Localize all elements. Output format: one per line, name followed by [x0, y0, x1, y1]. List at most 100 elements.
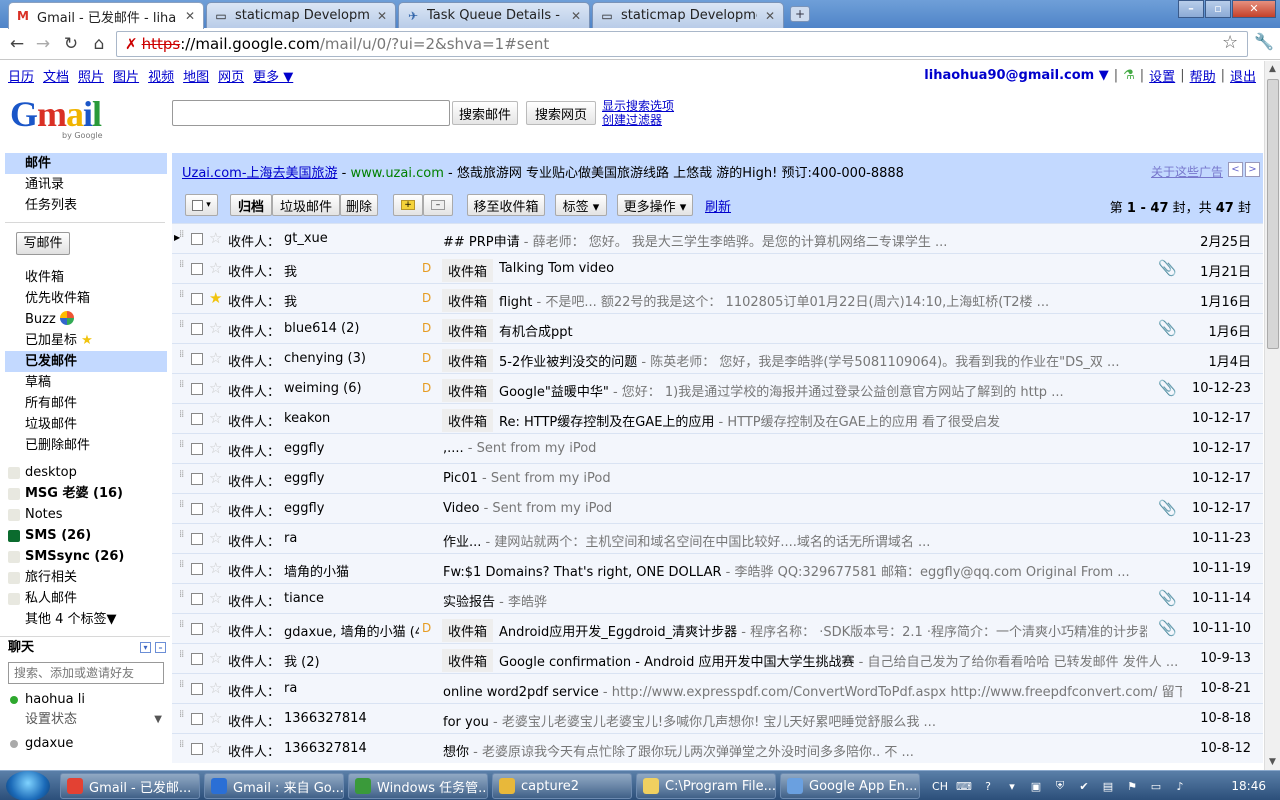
- gmail-logo[interactable]: Gmail by Google: [10, 95, 110, 143]
- drag-handle-icon[interactable]: ⁞⁞: [179, 440, 185, 455]
- chat-search-input[interactable]: 搜索、添加或邀请好友: [8, 662, 164, 684]
- star-icon[interactable]: ☆: [209, 589, 222, 607]
- drag-handle-icon[interactable]: ⁞⁞: [179, 650, 185, 665]
- drag-handle-icon[interactable]: ⁞⁞: [179, 230, 185, 245]
- row-checkbox[interactable]: [191, 653, 203, 665]
- folder-all-mail[interactable]: 所有邮件: [0, 393, 170, 414]
- table-row[interactable]: ⁞⁞ ☆ 收件人：我 (2) 收件箱 Google confirmation - And…: [172, 643, 1263, 673]
- keyboard-icon[interactable]: ⌨: [956, 778, 972, 794]
- star-icon[interactable]: ☆: [209, 469, 222, 487]
- star-icon[interactable]: ☆: [209, 439, 222, 457]
- tasks-link[interactable]: 任务列表: [0, 195, 170, 216]
- row-checkbox[interactable]: [191, 293, 203, 305]
- drag-handle-icon[interactable]: ⁞⁞: [179, 530, 185, 545]
- flask-icon[interactable]: ⚗: [1123, 68, 1135, 83]
- table-row[interactable]: ⁞⁞ ☆ 收件人： keakon 收件箱 Re: HTTP缓存控制及在GAE上的应用 - …: [172, 403, 1263, 433]
- compose-button[interactable]: 写邮件: [16, 232, 70, 255]
- star-icon[interactable]: ☆: [209, 319, 222, 337]
- drag-handle-icon[interactable]: ⁞⁞: [179, 410, 185, 425]
- row-checkbox[interactable]: [191, 563, 203, 575]
- inbox-label-chip[interactable]: 收件箱: [442, 319, 494, 342]
- forward-button[interactable]: →: [32, 33, 54, 55]
- tab-task-queue[interactable]: ✈ Task Queue Details - s... ✕: [398, 2, 590, 28]
- close-icon[interactable]: ✕: [183, 9, 197, 23]
- nav-link-web[interactable]: 网页: [218, 66, 244, 85]
- shield-icon[interactable]: ⛨: [1052, 778, 1068, 794]
- star-icon[interactable]: ☆: [209, 259, 222, 277]
- table-row[interactable]: ⁞⁞ ☆ 收件人： weiming (6) D 收件箱 Google"益暖中华" - 您好：…: [172, 373, 1263, 403]
- input-method-indicator[interactable]: CH: [932, 778, 948, 794]
- tray-expand-icon[interactable]: ▾: [1004, 778, 1020, 794]
- nav-link-maps[interactable]: 地图: [183, 66, 209, 85]
- label-travel[interactable]: 旅行相关: [0, 567, 170, 588]
- page-scrollbar[interactable]: ▲ ▼: [1264, 61, 1280, 770]
- help-icon[interactable]: ?: [980, 778, 996, 794]
- table-row[interactable]: ⁞⁞ ☆ 收件人： gdaxue, 墙角的小猫 (4) D 收件箱 Android应用开发_…: [172, 613, 1263, 643]
- row-checkbox[interactable]: [191, 473, 203, 485]
- drag-handle-icon[interactable]: ⁞⁞: [179, 350, 185, 365]
- star-icon[interactable]: ☆: [209, 739, 222, 757]
- table-row[interactable]: ⁞⁞ ☆ 收件人： 墙角的小猫 Fw:$1 Domains? That's right,…: [172, 553, 1263, 583]
- star-icon[interactable]: ☆: [209, 499, 222, 517]
- chat-self[interactable]: haohua li: [0, 690, 170, 710]
- star-icon[interactable]: ☆: [209, 349, 222, 367]
- folder-inbox[interactable]: 收件箱: [0, 267, 170, 288]
- folder-starred[interactable]: 已加星标 ★: [0, 330, 170, 351]
- close-window-button[interactable]: ✕: [1232, 0, 1276, 18]
- home-button[interactable]: ⌂: [88, 33, 110, 55]
- row-checkbox[interactable]: [191, 383, 203, 395]
- table-row[interactable]: ⁞⁞ ☆ 收件人： tiance 实验报告 - 李皓骅 📎 10-11-14: [172, 583, 1263, 613]
- ad-prev-icon[interactable]: <: [1228, 162, 1243, 177]
- logout-link[interactable]: 退出: [1230, 66, 1256, 85]
- search-mail-button[interactable]: 搜索邮件: [452, 101, 518, 125]
- mark-important-button[interactable]: +: [393, 194, 423, 216]
- taskbar-item-task-manager[interactable]: Windows 任务管...: [348, 773, 488, 799]
- ad-next-icon[interactable]: >: [1245, 162, 1260, 177]
- star-icon[interactable]: ☆: [209, 529, 222, 547]
- create-filter-link[interactable]: 创建过滤器: [602, 113, 674, 127]
- row-checkbox[interactable]: [191, 263, 203, 275]
- drag-handle-icon[interactable]: ⁞⁞: [179, 620, 185, 635]
- taskbar-item-program-files[interactable]: C:\Program File...: [636, 773, 776, 799]
- bookmark-star-icon[interactable]: ☆: [1222, 32, 1238, 53]
- show-search-options-link[interactable]: 显示搜索选项: [602, 99, 674, 113]
- table-row[interactable]: ⁞⁞ ☆ 收件人： eggfly Video - Sent from my iPod 📎 1…: [172, 493, 1263, 523]
- display-icon[interactable]: ▭: [1148, 778, 1164, 794]
- app-tray-icon[interactable]: ▣: [1028, 778, 1044, 794]
- label-private[interactable]: 私人邮件: [0, 588, 170, 609]
- table-row[interactable]: ⁞⁞ ☆ 收件人： eggfly,.... - Sent from my iPod 10…: [172, 433, 1263, 463]
- tab-staticmap-1[interactable]: ▭ staticmap Developmen... ✕: [206, 2, 396, 28]
- row-checkbox[interactable]: [191, 533, 203, 545]
- inbox-label-chip[interactable]: 收件箱: [442, 619, 494, 642]
- row-checkbox[interactable]: [191, 233, 203, 245]
- more-actions-dropdown[interactable]: 更多操作 ▾: [617, 194, 693, 216]
- row-checkbox[interactable]: [191, 593, 203, 605]
- close-icon[interactable]: ✕: [763, 9, 777, 23]
- inbox-label-chip[interactable]: 收件箱: [442, 289, 494, 312]
- nav-link-calendar[interactable]: 日历: [8, 66, 34, 85]
- close-icon[interactable]: ✕: [569, 9, 583, 23]
- labels-dropdown[interactable]: 标签 ▾: [555, 194, 607, 216]
- drag-handle-icon[interactable]: ⁞⁞: [179, 680, 185, 695]
- row-checkbox[interactable]: [191, 743, 203, 755]
- wrench-icon[interactable]: 🔧: [1254, 32, 1274, 51]
- chat-contact[interactable]: gdaxue: [0, 734, 170, 754]
- more-labels-link[interactable]: 其他 4 个标签▼: [0, 609, 170, 630]
- account-email[interactable]: lihaohua90@gmail.com ▼: [924, 68, 1108, 83]
- table-row[interactable]: ⁞⁞ ☆ 收件人： ra online word2pdf service - http:…: [172, 673, 1263, 703]
- tab-gmail[interactable]: M Gmail - 已发邮件 - liha... ✕: [8, 2, 204, 29]
- search-input[interactable]: [172, 100, 450, 126]
- label-sms[interactable]: SMS (26): [0, 525, 170, 546]
- star-icon[interactable]: ☆: [209, 619, 222, 637]
- drag-handle-icon[interactable]: ⁞⁞: [179, 560, 185, 575]
- scrollbar-thumb[interactable]: [1267, 79, 1279, 349]
- mark-unimportant-button[interactable]: –: [423, 194, 453, 216]
- folder-sent[interactable]: 已发邮件: [5, 351, 167, 372]
- start-button[interactable]: [6, 771, 50, 800]
- move-to-inbox-button[interactable]: 移至收件箱: [467, 194, 545, 216]
- reload-button[interactable]: ↻: [60, 33, 82, 55]
- table-row[interactable]: ▶ ⁞⁞ ☆ 收件人： gt_xue ## PRP申请 - 薛老师： 您好。 我是大三学生…: [172, 223, 1263, 253]
- chat-options-icon[interactable]: ▾: [140, 642, 151, 653]
- table-row[interactable]: ⁞⁞ ☆ 收件人： blue614 (2) D 收件箱 有机合成ppt 📎 1月6日: [172, 313, 1263, 343]
- scroll-down-icon[interactable]: ▼: [1265, 754, 1280, 770]
